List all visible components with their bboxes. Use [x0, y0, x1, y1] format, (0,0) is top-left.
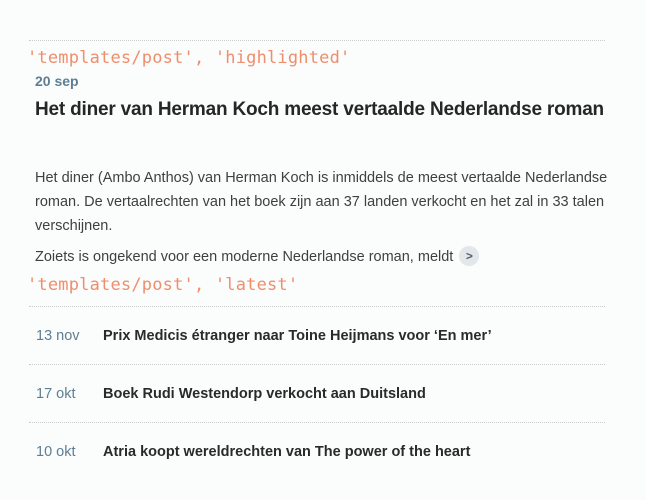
- list-item-date: 17 okt: [36, 386, 76, 402]
- post-excerpt: Het diner (Ambo Anthos) van Herman Koch …: [35, 170, 608, 234]
- template-label-latest: 'templates/post', 'latest': [27, 275, 299, 295]
- list-item-title-link[interactable]: Boek Rudi Westendorp verkocht aan Duitsl…: [103, 365, 426, 423]
- post-title[interactable]: Het diner van Herman Koch meest vertaald…: [35, 99, 604, 121]
- list-item-date: 13 nov: [36, 328, 80, 344]
- list-item-date: 10 okt: [36, 444, 76, 460]
- template-label-highlighted: 'templates/post', 'highlighted': [27, 48, 351, 68]
- post-excerpt-continued: Zoiets is ongekend voor een moderne Nede…: [35, 245, 480, 269]
- post-excerpt-text: Zoiets is ongekend voor een moderne Nede…: [35, 249, 454, 265]
- list-item[interactable]: 13 nov Prix Medicis étranger naar Toine …: [29, 307, 605, 365]
- list-item-title-link[interactable]: Atria koopt wereldrechten van The power …: [103, 423, 470, 481]
- list-item[interactable]: 17 okt Boek Rudi Westendorp verkocht aan…: [29, 365, 605, 423]
- read-more-button[interactable]: >: [459, 246, 480, 266]
- list-item[interactable]: 10 okt Atria koopt wereldrechten van The…: [29, 423, 605, 481]
- post-date: 20 sep: [35, 73, 79, 89]
- list-item-title-link[interactable]: Prix Medicis étranger naar Toine Heijman…: [103, 307, 492, 365]
- divider: [29, 40, 605, 41]
